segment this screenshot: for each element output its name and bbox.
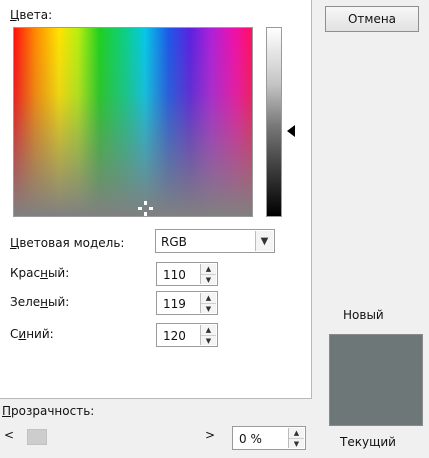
blue-stepper[interactable]: 120 ▲ ▼ (156, 323, 218, 347)
spin-up-icon[interactable]: ▲ (201, 325, 216, 335)
color-model-value: RGB (161, 235, 187, 249)
blue-value: 120 (163, 329, 186, 343)
scroll-left-icon[interactable]: < (4, 428, 14, 442)
transparency-stepper[interactable]: 0 % ▲ ▼ (232, 426, 306, 450)
transparency-slider-track[interactable] (20, 428, 200, 446)
color-model-select[interactable]: RGB ▼ (155, 229, 275, 253)
green-value: 119 (163, 297, 186, 311)
spin-down-icon[interactable]: ▼ (289, 438, 304, 448)
red-value: 110 (163, 268, 186, 282)
spin-down-icon[interactable]: ▼ (201, 274, 216, 284)
color-spectrum-picker[interactable] (13, 27, 253, 217)
colors-label: Цвета: (10, 8, 53, 22)
transparency-value: 0 % (239, 432, 262, 446)
luminance-pointer-icon[interactable] (287, 125, 295, 137)
spin-down-icon[interactable]: ▼ (201, 303, 216, 313)
red-stepper[interactable]: 110 ▲ ▼ (156, 262, 218, 286)
green-stepper[interactable]: 119 ▲ ▼ (156, 291, 218, 315)
color-preview-swatch (329, 334, 423, 426)
blue-label: Синий: (10, 327, 54, 341)
transparency-slider-thumb[interactable] (27, 429, 47, 445)
cancel-button[interactable]: Отмена (325, 6, 419, 32)
new-color-label: Новый (343, 308, 384, 322)
spin-up-icon[interactable]: ▲ (201, 293, 216, 303)
spin-down-icon[interactable]: ▼ (201, 335, 216, 345)
color-editor-panel: Цвета: Цветовая модель: RGB ▼ Красный: 1… (0, 0, 312, 399)
red-label: Красный: (10, 266, 70, 280)
transparency-label: Прозрачность: (2, 404, 95, 418)
luminance-slider[interactable] (266, 27, 282, 217)
green-label: Зеленый: (10, 295, 70, 309)
color-model-label: Цветовая модель: (10, 236, 125, 250)
spin-up-icon[interactable]: ▲ (201, 264, 216, 274)
chevron-down-icon[interactable]: ▼ (255, 231, 273, 251)
current-color-label: Текущий (340, 435, 396, 449)
spin-up-icon[interactable]: ▲ (289, 428, 304, 438)
scroll-right-icon[interactable]: > (205, 428, 215, 442)
crosshair-icon[interactable] (138, 201, 153, 216)
